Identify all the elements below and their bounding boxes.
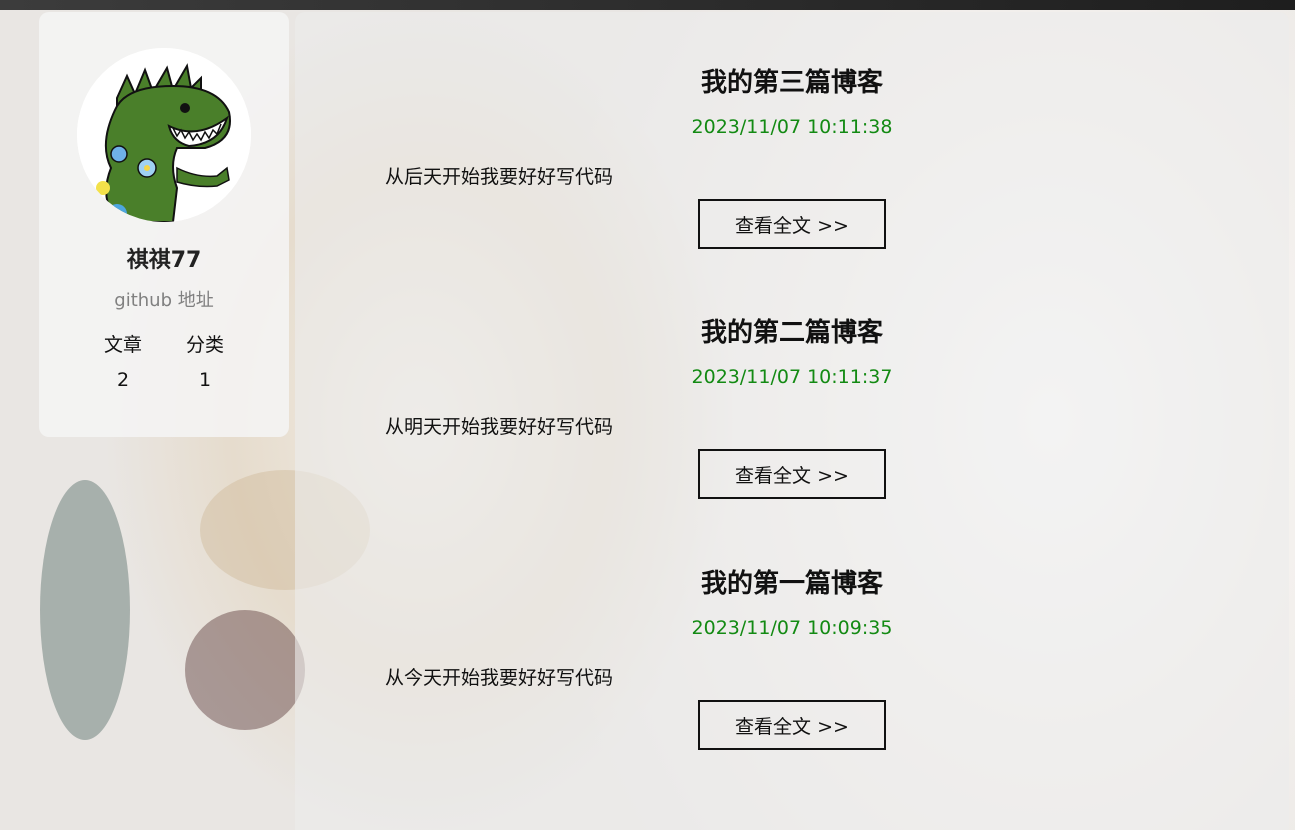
read-more-button[interactable]: 查看全文 >> [698,449,886,499]
read-more-button[interactable]: 查看全文 >> [698,700,886,750]
blog-post: 我的第二篇博客 2023/11/07 10:11:37 从明天开始我要好好写代码… [295,262,1289,512]
username: 祺祺77 [126,248,202,273]
avatar [77,48,251,222]
post-date: 2023/11/07 10:11:37 [691,366,893,388]
stat-articles: 文章 2 [88,330,158,391]
profile-card: 祺祺77 github 地址 文章 2 分类 1 [39,12,289,437]
post-date: 2023/11/07 10:11:38 [691,116,893,138]
post-title: 我的第一篇博客 [700,569,883,599]
read-more-button[interactable]: 查看全文 >> [698,199,886,249]
background-texture [185,610,305,730]
stat-label: 文章 [103,334,142,356]
blog-post: 我的第一篇博客 2023/11/07 10:09:35 从今天开始我要好好写代码… [295,513,1289,763]
dinosaur-avatar-icon [77,48,251,222]
post-title: 我的第三篇博客 [700,68,883,98]
background-texture [40,480,130,740]
blog-post: 我的第三篇博客 2023/11/07 10:11:38 从后天开始我要好好写代码… [295,12,1289,262]
post-summary: 从明天开始我要好好写代码 [385,416,614,438]
post-summary: 从今天开始我要好好写代码 [385,667,614,689]
post-date: 2023/11/07 10:09:35 [691,617,893,639]
stat-value: 1 [198,369,212,391]
post-title: 我的第二篇博客 [700,318,883,348]
stat-categories: 分类 1 [170,330,240,391]
top-strip [0,0,1295,10]
github-link[interactable]: github 地址 [39,286,289,312]
post-summary: 从后天开始我要好好写代码 [385,166,614,188]
stat-label: 分类 [185,334,224,356]
blog-list: 我的第三篇博客 2023/11/07 10:11:38 从后天开始我要好好写代码… [295,12,1289,830]
stat-value: 2 [116,369,130,391]
